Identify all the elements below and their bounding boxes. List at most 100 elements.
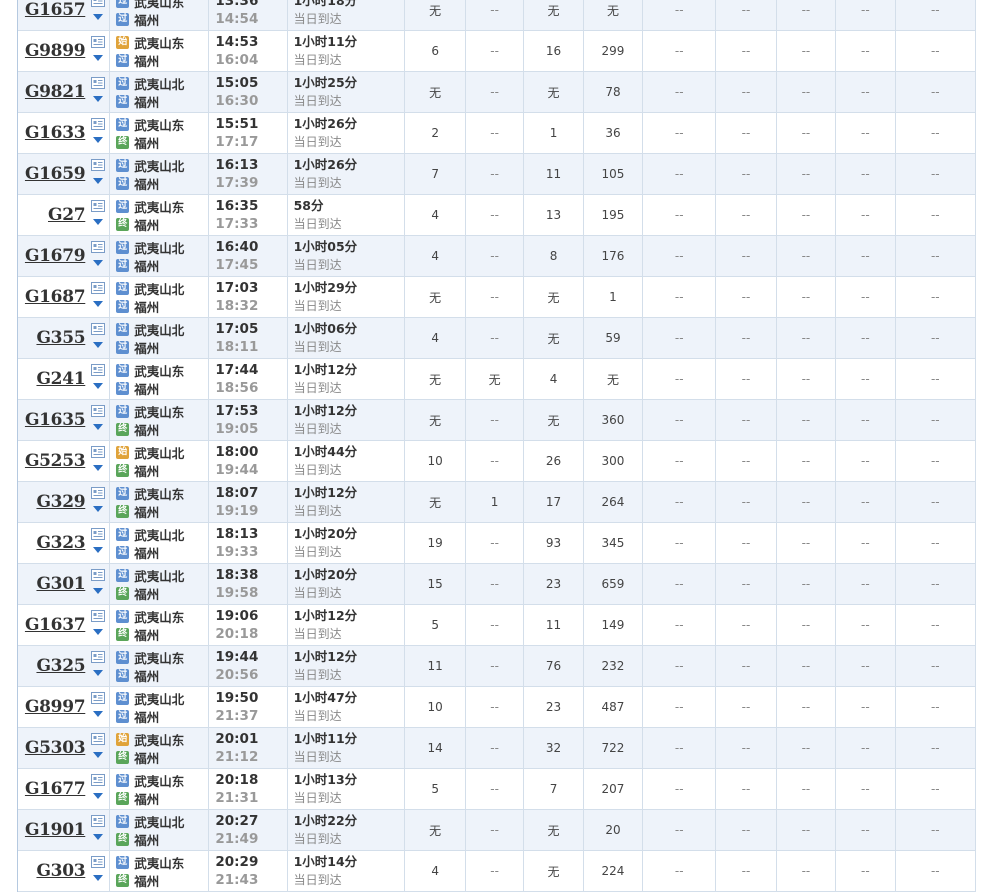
seat-cell[interactable]: 无 xyxy=(523,317,584,359)
seat-cell[interactable]: 76 xyxy=(523,645,584,687)
seat-cell[interactable]: -- xyxy=(642,481,717,523)
seat-cell[interactable]: -- xyxy=(835,194,896,236)
train-info-icon[interactable] xyxy=(91,159,106,171)
seat-cell[interactable]: -- xyxy=(776,194,837,236)
seat-cell[interactable]: -- xyxy=(642,153,717,195)
seat-cell[interactable]: -- xyxy=(642,317,717,359)
seat-cell[interactable]: -- xyxy=(715,563,777,605)
seat-cell[interactable]: 20 xyxy=(583,809,644,851)
seat-cell[interactable]: -- xyxy=(895,440,977,482)
seat-cell[interactable]: 4 xyxy=(523,358,584,400)
seat-cell[interactable]: -- xyxy=(465,0,525,31)
seat-cell[interactable]: -- xyxy=(776,686,837,728)
seat-cell[interactable]: -- xyxy=(895,522,977,564)
seat-cell[interactable]: -- xyxy=(465,563,525,605)
seat-cell[interactable]: 无 xyxy=(583,0,644,31)
seat-cell[interactable]: -- xyxy=(465,850,525,892)
seat-cell[interactable]: 无 xyxy=(404,71,466,113)
seat-cell[interactable]: -- xyxy=(895,317,977,359)
stops-dropdown-icon[interactable] xyxy=(93,752,104,758)
train-info-icon[interactable] xyxy=(91,487,106,499)
seat-cell[interactable]: -- xyxy=(835,768,896,810)
seat-cell[interactable]: 176 xyxy=(583,235,644,277)
seat-cell[interactable]: 13 xyxy=(523,194,584,236)
seat-cell[interactable]: 10 xyxy=(404,686,466,728)
seat-cell[interactable]: -- xyxy=(776,809,837,851)
seat-cell[interactable]: 36 xyxy=(583,112,644,154)
seat-cell[interactable]: 无 xyxy=(523,399,584,441)
train-info-icon[interactable] xyxy=(91,77,106,89)
train-number-link[interactable]: G1679 xyxy=(25,246,86,266)
seat-cell[interactable]: -- xyxy=(895,768,977,810)
seat-cell[interactable]: -- xyxy=(776,645,837,687)
seat-cell[interactable]: 32 xyxy=(523,727,584,769)
seat-cell[interactable]: -- xyxy=(835,30,896,72)
seat-cell[interactable]: -- xyxy=(465,686,525,728)
seat-cell[interactable]: -- xyxy=(465,768,525,810)
seat-cell[interactable]: 无 xyxy=(465,358,525,400)
train-info-icon[interactable] xyxy=(91,446,106,458)
seat-cell[interactable]: -- xyxy=(642,850,717,892)
train-info-icon[interactable] xyxy=(91,405,106,417)
seat-cell[interactable]: -- xyxy=(895,358,977,400)
seat-cell[interactable]: -- xyxy=(835,399,896,441)
seat-cell[interactable]: -- xyxy=(642,563,717,605)
train-info-icon[interactable] xyxy=(91,692,106,704)
stops-dropdown-icon[interactable] xyxy=(93,96,104,102)
seat-cell[interactable]: -- xyxy=(835,235,896,277)
stops-dropdown-icon[interactable] xyxy=(93,55,104,61)
seat-cell[interactable]: 300 xyxy=(583,440,644,482)
seat-cell[interactable]: -- xyxy=(835,112,896,154)
seat-cell[interactable]: -- xyxy=(465,235,525,277)
seat-cell[interactable]: 8 xyxy=(523,235,584,277)
stops-dropdown-icon[interactable] xyxy=(93,793,104,799)
stops-dropdown-icon[interactable] xyxy=(93,711,104,717)
seat-cell[interactable]: -- xyxy=(642,235,717,277)
train-info-icon[interactable] xyxy=(91,733,106,745)
stops-dropdown-icon[interactable] xyxy=(93,670,104,676)
seat-cell[interactable]: -- xyxy=(642,0,717,31)
stops-dropdown-icon[interactable] xyxy=(93,424,104,430)
seat-cell[interactable]: -- xyxy=(835,563,896,605)
train-number-link[interactable]: G323 xyxy=(36,533,85,553)
seat-cell[interactable]: 5 xyxy=(404,768,466,810)
stops-dropdown-icon[interactable] xyxy=(93,506,104,512)
stops-dropdown-icon[interactable] xyxy=(93,260,104,266)
stops-dropdown-icon[interactable] xyxy=(93,629,104,635)
seat-cell[interactable]: -- xyxy=(715,71,777,113)
seat-cell[interactable]: -- xyxy=(895,604,977,646)
seat-cell[interactable]: 无 xyxy=(523,71,584,113)
seat-cell[interactable]: 59 xyxy=(583,317,644,359)
seat-cell[interactable]: -- xyxy=(642,522,717,564)
train-info-icon[interactable] xyxy=(91,282,106,294)
seat-cell[interactable]: -- xyxy=(642,30,717,72)
seat-cell[interactable]: -- xyxy=(715,235,777,277)
seat-cell[interactable]: 224 xyxy=(583,850,644,892)
seat-cell[interactable]: 4 xyxy=(404,194,466,236)
seat-cell[interactable]: -- xyxy=(715,317,777,359)
stops-dropdown-icon[interactable] xyxy=(93,137,104,143)
train-number-link[interactable]: G241 xyxy=(36,369,85,389)
seat-cell[interactable]: 7 xyxy=(404,153,466,195)
seat-cell[interactable]: -- xyxy=(715,809,777,851)
seat-cell[interactable]: -- xyxy=(895,727,977,769)
seat-cell[interactable]: -- xyxy=(776,440,837,482)
stops-dropdown-icon[interactable] xyxy=(93,219,104,225)
seat-cell[interactable]: 4 xyxy=(404,850,466,892)
train-number-link[interactable]: G8997 xyxy=(25,697,86,717)
seat-cell[interactable]: -- xyxy=(715,30,777,72)
train-info-icon[interactable] xyxy=(91,364,106,376)
stops-dropdown-icon[interactable] xyxy=(93,547,104,553)
seat-cell[interactable]: 149 xyxy=(583,604,644,646)
seat-cell[interactable]: 232 xyxy=(583,645,644,687)
seat-cell[interactable]: -- xyxy=(715,358,777,400)
seat-cell[interactable]: -- xyxy=(895,645,977,687)
train-info-icon[interactable] xyxy=(91,0,106,7)
seat-cell[interactable]: 26 xyxy=(523,440,584,482)
seat-cell[interactable]: 487 xyxy=(583,686,644,728)
seat-cell[interactable]: -- xyxy=(465,153,525,195)
seat-cell[interactable]: 11 xyxy=(523,153,584,195)
seat-cell[interactable]: -- xyxy=(895,235,977,277)
seat-cell[interactable]: 4 xyxy=(404,235,466,277)
seat-cell[interactable]: -- xyxy=(776,71,837,113)
